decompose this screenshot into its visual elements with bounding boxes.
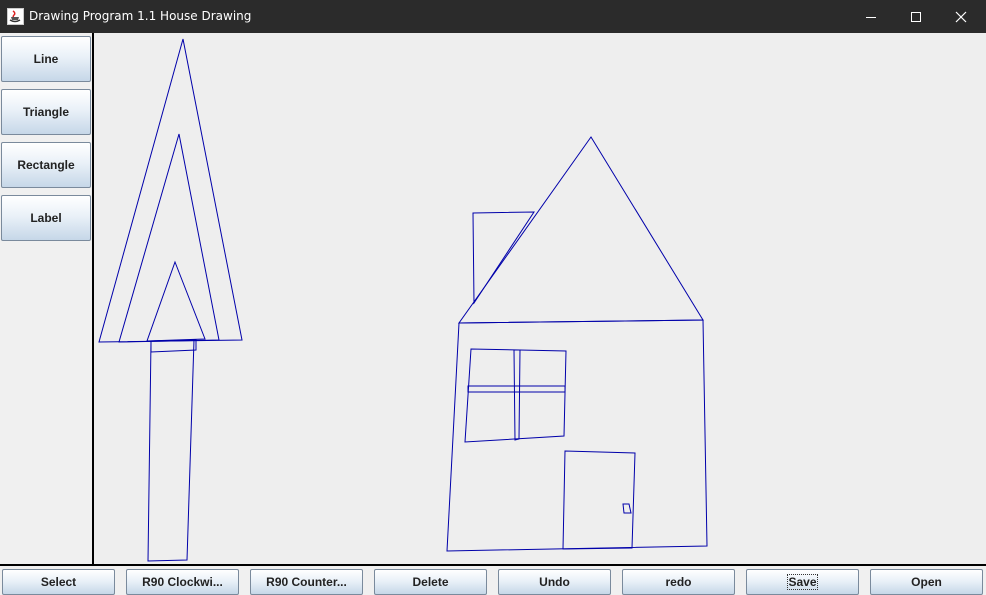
redo-button[interactable]: redo — [622, 569, 735, 595]
delete-button-label: Delete — [412, 575, 449, 589]
tree-trunk-rect — [147, 339, 195, 562]
maximize-icon — [911, 11, 921, 22]
close-button[interactable] — [938, 0, 984, 33]
close-icon — [955, 11, 967, 22]
minimize-button[interactable] — [848, 0, 894, 33]
undo-button[interactable]: Undo — [498, 569, 611, 595]
java-app-icon — [7, 8, 24, 25]
bottom-toolbar: Select R90 Clockwi... R90 Counter... Del… — [0, 564, 986, 595]
window-title: Drawing Program 1.1 House Drawing — [29, 9, 252, 23]
select-button-label: Select — [40, 575, 77, 589]
house-window-rect — [464, 348, 567, 443]
house-roof-triangle — [458, 136, 704, 324]
triangle-tool-button[interactable]: Triangle — [1, 89, 91, 135]
save-button[interactable]: Save — [746, 569, 859, 595]
house-chimney-rect — [472, 211, 535, 305]
save-button-label: Save — [787, 574, 818, 590]
rectangle-tool-button[interactable]: Rectangle — [1, 142, 91, 188]
open-button[interactable]: Open — [870, 569, 983, 595]
label-tool-button[interactable]: Label — [1, 195, 91, 241]
tree-inner-triangle — [146, 260, 206, 342]
house-body-rect — [446, 319, 708, 552]
tree-middle-triangle — [118, 133, 220, 343]
title-bar[interactable]: Drawing Program 1.1 House Drawing — [0, 0, 986, 33]
minimize-icon — [866, 16, 876, 18]
window-horizontal-bar — [467, 385, 566, 393]
tree-outer-triangle — [98, 38, 243, 343]
tool-sidebar: Line Triangle Rectangle Label — [0, 33, 94, 565]
rotate-clockwise-button[interactable]: R90 Clockwi... — [126, 569, 239, 595]
delete-button[interactable]: Delete — [374, 569, 487, 595]
maximize-button[interactable] — [893, 0, 939, 33]
drawing-canvas[interactable] — [94, 33, 986, 564]
rotate-counterclockwise-button-label: R90 Counter... — [266, 575, 347, 589]
line-tool-button[interactable]: Line — [1, 36, 91, 82]
redo-button-label: redo — [665, 575, 692, 589]
window-vertical-bar — [513, 349, 521, 441]
rotate-clockwise-button-label: R90 Clockwi... — [142, 575, 223, 589]
door-knob-rect — [622, 503, 632, 514]
open-button-label: Open — [911, 575, 942, 589]
undo-button-label: Undo — [539, 575, 570, 589]
tree-trunk-top-rect — [150, 339, 197, 353]
rotate-counterclockwise-button[interactable]: R90 Counter... — [250, 569, 363, 595]
house-door-rect — [562, 450, 636, 550]
drawing-shapes — [98, 38, 708, 562]
select-button[interactable]: Select — [2, 569, 115, 595]
